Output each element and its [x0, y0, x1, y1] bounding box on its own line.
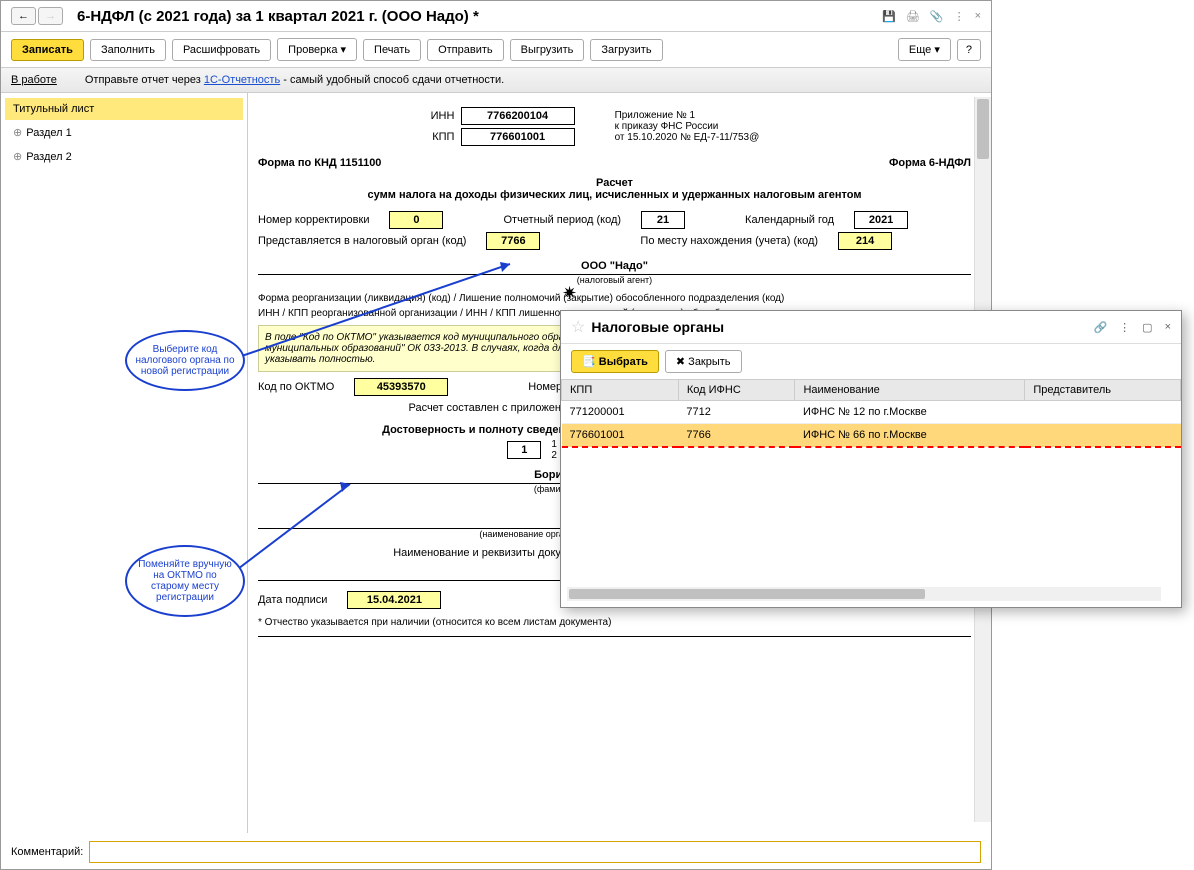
inn-field[interactable]: 7766200104	[461, 107, 575, 125]
date-label: Дата подписи	[258, 594, 327, 606]
more-button[interactable]: Еще ▾	[898, 38, 951, 61]
h-scrollbar[interactable]	[567, 587, 1161, 601]
expand-icon[interactable]: ⊕	[13, 151, 22, 163]
print-button[interactable]: Печать	[363, 39, 421, 61]
appendix-text: Приложение № 1 к приказу ФНС России от 1…	[615, 110, 815, 143]
import-button[interactable]: Загрузить	[590, 39, 662, 61]
col-rep[interactable]: Представитель	[1025, 380, 1181, 401]
inn-label: ИНН	[414, 110, 454, 122]
tax-org-field[interactable]: 7766	[486, 232, 540, 250]
knd-label: Форма по КНД 1151100	[258, 157, 381, 169]
tax-org-popup: ☆ Налоговые органы 🔗 ⋮ ▢ × 📑 Выбрать ✖ З…	[560, 310, 1182, 608]
table-row[interactable]: 7766010017766ИФНС № 66 по г.Москве	[562, 424, 1181, 448]
auth-code-field[interactable]: 1	[507, 441, 541, 459]
oktmo-field[interactable]: 45393570	[354, 378, 448, 396]
info-text: Отправьте отчет через 1С-Отчетность - са…	[85, 74, 504, 86]
save-icon[interactable]: 💾	[882, 10, 896, 23]
back-button[interactable]: ←	[11, 7, 36, 25]
corr-label: Номер корректировки	[258, 214, 369, 226]
place-label: По месту нахождения (учета) (код)	[640, 235, 818, 247]
footnote: * Отчество указывается при наличии (отно…	[258, 617, 971, 628]
calc-subtitle: сумм налога на доходы физических лиц, ис…	[258, 189, 971, 201]
close-icon[interactable]: ×	[1165, 321, 1171, 334]
cursor-icon: ✷	[562, 283, 577, 304]
reorg-label: Форма реорганизации (ликвидация) (код) /…	[258, 293, 971, 304]
kpp-label: КПП	[414, 131, 454, 143]
oktmo-label: Код по ОКТМО	[258, 381, 334, 393]
maximize-icon[interactable]: ▢	[1142, 321, 1152, 334]
period-field[interactable]: 21	[641, 211, 685, 229]
org-sub: (налоговый агент)	[258, 275, 971, 285]
place-field[interactable]: 214	[838, 232, 892, 250]
comment-label: Комментарий:	[11, 846, 83, 858]
callout-tax-org: Выберите код налогового органа по новой …	[125, 330, 245, 391]
report-link[interactable]: 1С-Отчетность	[204, 74, 280, 86]
tax-org-table[interactable]: КПП Код ИФНС Наименование Представитель …	[561, 379, 1181, 448]
select-button[interactable]: 📑 Выбрать	[571, 350, 659, 373]
export-button[interactable]: Выгрузить	[510, 39, 585, 61]
check-button[interactable]: Проверка ▾	[277, 38, 357, 61]
decode-button[interactable]: Расшифровать	[172, 39, 271, 61]
send-button[interactable]: Отправить	[427, 39, 504, 61]
status-label[interactable]: В работе	[11, 74, 57, 86]
window-title: 6-НДФЛ (с 2021 года) за 1 квартал 2021 г…	[77, 8, 882, 25]
tab-section-1[interactable]: ⊕Раздел 1	[5, 121, 243, 144]
save-button[interactable]: Записать	[11, 39, 84, 61]
close-icon[interactable]: ×	[975, 10, 981, 23]
table-row[interactable]: 7712000017712ИФНС № 12 по г.Москве	[562, 401, 1181, 424]
comment-input[interactable]	[89, 841, 981, 863]
period-label: Отчетный период (код)	[503, 214, 621, 226]
popup-title: Налоговые органы	[591, 319, 1093, 335]
formname-label: Форма 6-НДФЛ	[889, 157, 971, 169]
org-name: ООО "Надо"	[258, 260, 971, 275]
print-icon[interactable]: 🖨	[906, 10, 920, 23]
expand-icon[interactable]: ⊕	[13, 127, 22, 139]
col-kpp[interactable]: КПП	[562, 380, 679, 401]
forward-button[interactable]: →	[38, 7, 63, 25]
attach-icon[interactable]: 📎	[930, 10, 944, 23]
col-ifns[interactable]: Код ИФНС	[678, 380, 795, 401]
kebab-icon[interactable]: ⋮	[954, 10, 965, 23]
year-field[interactable]: 2021	[854, 211, 908, 229]
calc-title: Расчет	[258, 177, 971, 189]
col-name[interactable]: Наименование	[795, 380, 1025, 401]
corr-field[interactable]: 0	[389, 211, 443, 229]
kebab-icon[interactable]: ⋮	[1119, 321, 1130, 334]
link-icon[interactable]: 🔗	[1093, 321, 1107, 334]
kpp-field[interactable]: 776601001	[461, 128, 575, 146]
callout-oktmo: Поменяйте вручную на ОКТМО по старому ме…	[125, 545, 245, 617]
date-field[interactable]: 15.04.2021	[347, 591, 441, 609]
close-button[interactable]: ✖ Закрыть	[665, 350, 742, 373]
help-button[interactable]: ?	[957, 39, 981, 61]
star-icon[interactable]: ☆	[571, 317, 585, 337]
tab-section-2[interactable]: ⊕Раздел 2	[5, 145, 243, 168]
fill-button[interactable]: Заполнить	[90, 39, 166, 61]
year-label: Календарный год	[745, 214, 834, 226]
tax-org-label: Представляется в налоговый орган (код)	[258, 235, 466, 247]
tab-title-page[interactable]: Титульный лист	[5, 98, 243, 120]
